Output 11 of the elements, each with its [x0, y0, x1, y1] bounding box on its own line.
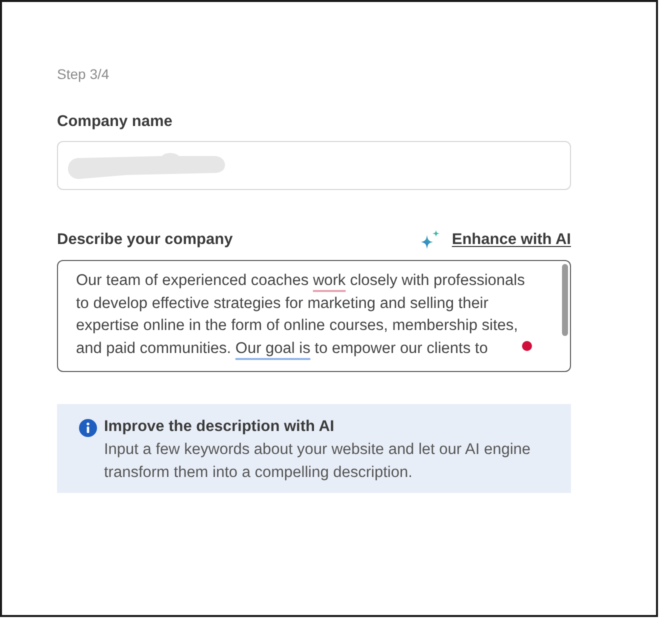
step-indicator: Step 3/4: [57, 65, 110, 84]
describe-company-label: Describe your company: [57, 230, 233, 250]
company-name-field[interactable]: [57, 141, 571, 190]
company-name-label: Company name: [57, 112, 174, 132]
description-textarea[interactable]: Our team of experienced coaches work closely with professionals to develop effective strategies for marketing and selling their expertise online in the form of online courses, membership sites, and paid communities. Our goal is to empower our clients to: [57, 260, 571, 372]
issue-dot-icon[interactable]: [522, 341, 532, 351]
info-icon: [79, 419, 97, 437]
scrollbar-thumb[interactable]: [562, 264, 568, 336]
enhance-with-ai-link[interactable]: Enhance with AI: [452, 230, 571, 250]
info-description: Input a few keywords about your website and let our AI engine transform them into a compelling description.: [104, 440, 532, 483]
info-title: Improve the description with AI: [104, 417, 336, 437]
